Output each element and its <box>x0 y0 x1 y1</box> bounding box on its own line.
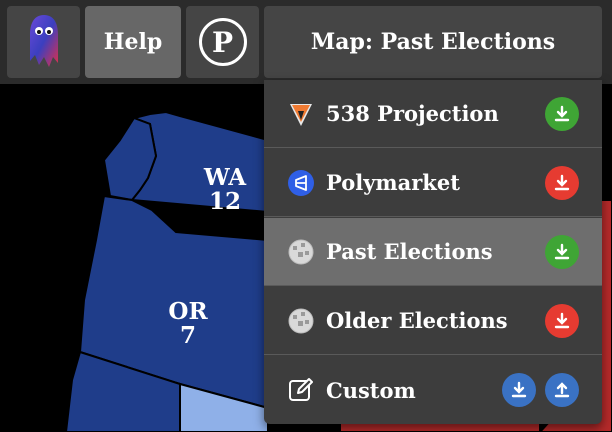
map-source-dropdown: 538 Projection Polymarket Past Elections… <box>264 80 602 424</box>
wikipedia-globe-icon <box>286 306 316 336</box>
menu-item-label: Polymarket <box>326 170 460 195</box>
state-label-wa: WA 12 <box>195 166 255 214</box>
download-button[interactable] <box>545 303 579 338</box>
state-ev: 12 <box>208 188 241 215</box>
state-ev: 7 <box>179 322 196 349</box>
menu-item-538[interactable]: 538 Projection <box>264 80 602 148</box>
download-button[interactable] <box>545 165 579 200</box>
state-abbr: WA <box>203 164 247 191</box>
download-icon <box>554 312 570 328</box>
download-icon <box>554 243 570 259</box>
ghost-logo-icon <box>29 15 58 67</box>
map-source-menu-button[interactable]: Map: Past Elections <box>264 6 602 78</box>
menu-item-past-elections[interactable]: Past Elections <box>264 218 602 286</box>
edit-icon <box>286 375 316 405</box>
download-icon <box>554 105 570 121</box>
party-p-icon: P <box>198 18 247 66</box>
wikipedia-globe-icon <box>286 237 316 267</box>
menu-item-polymarket[interactable]: Polymarket <box>264 149 602 217</box>
upload-icon <box>554 382 570 398</box>
menu-item-older-elections[interactable]: Older Elections <box>264 287 602 355</box>
top-toolbar: Help P Map: Past Elections <box>0 0 612 84</box>
538-logo-icon <box>286 99 316 129</box>
menu-item-label: Older Elections <box>326 308 508 333</box>
party-button[interactable]: P <box>186 6 259 78</box>
upload-button[interactable] <box>545 373 579 407</box>
menu-item-label: Custom <box>326 377 416 403</box>
download-icon <box>554 174 570 190</box>
menu-item-label: Past Elections <box>326 239 493 264</box>
download-button[interactable] <box>545 96 579 131</box>
logo-button[interactable] <box>7 6 80 78</box>
download-button[interactable] <box>502 373 536 407</box>
polymarket-logo-icon <box>286 168 316 198</box>
state-label-or: OR 7 <box>158 300 218 348</box>
menu-item-label: 538 Projection <box>326 101 499 126</box>
state-abbr: OR <box>168 298 208 325</box>
menu-item-custom[interactable]: Custom <box>264 356 602 424</box>
help-button[interactable]: Help <box>85 6 181 78</box>
download-button[interactable] <box>545 234 579 269</box>
download-icon <box>511 381 527 398</box>
